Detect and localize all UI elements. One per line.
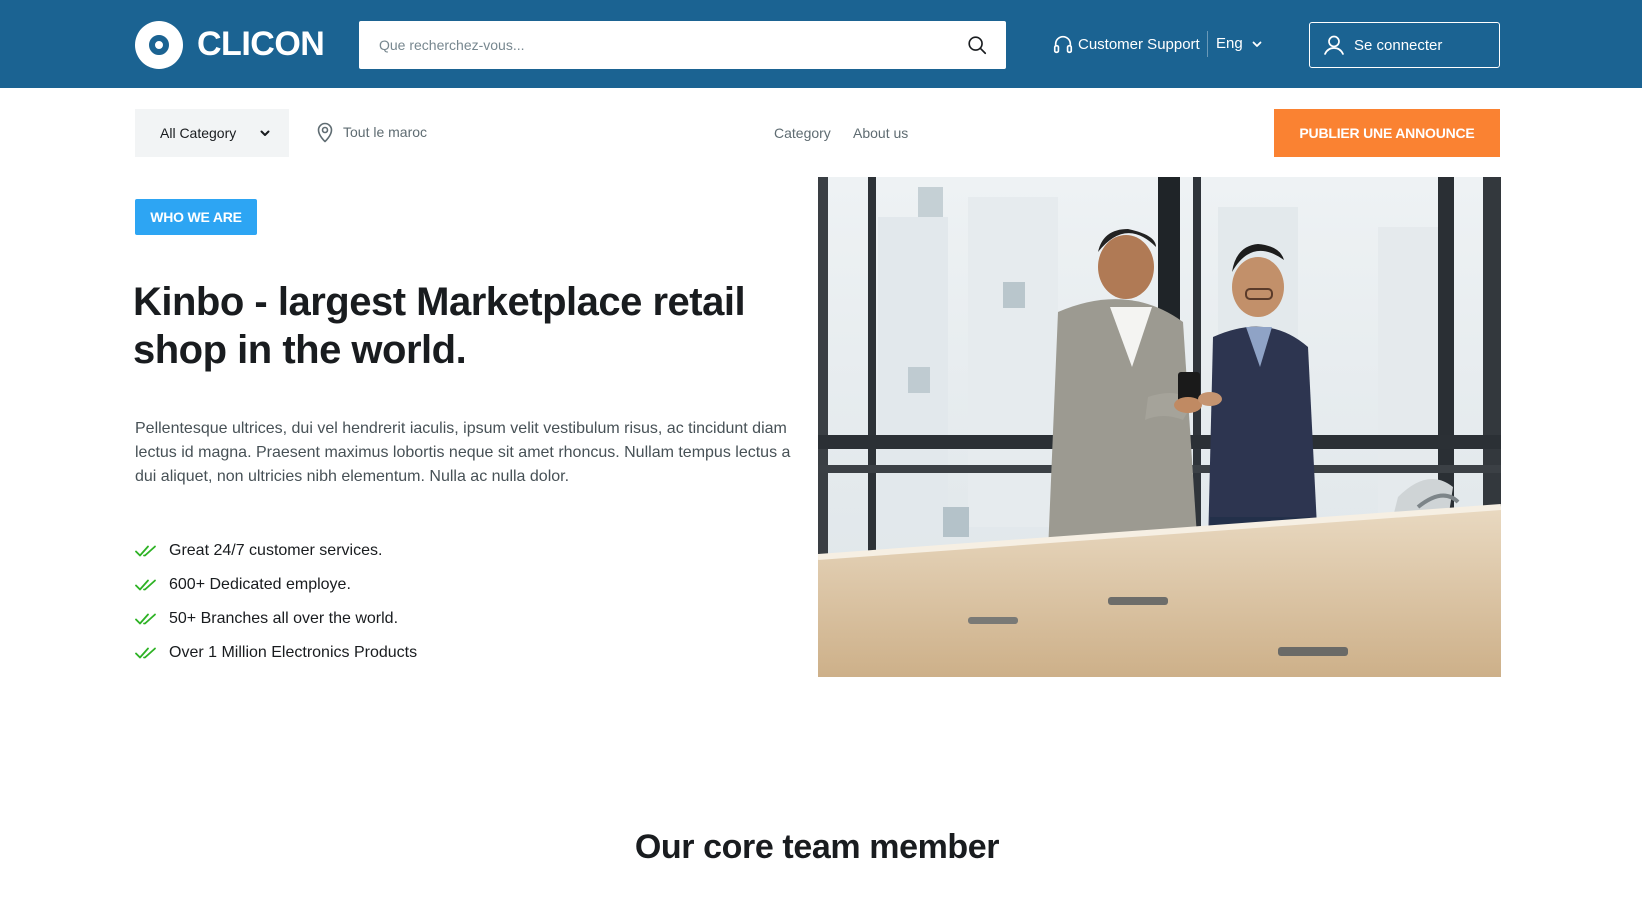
double-check-icon (135, 647, 156, 659)
office-scene-illustration (818, 177, 1501, 677)
signin-label: Se connecter (1354, 36, 1443, 54)
signin-button[interactable]: Se connecter (1309, 22, 1500, 68)
header-divider (1207, 31, 1208, 57)
location-label: Tout le maroc (343, 124, 428, 140)
core-team-title: Our core team member (634, 828, 1000, 866)
double-check-icon (135, 613, 156, 625)
double-check-icon (135, 545, 156, 557)
hero-photo (818, 177, 1501, 677)
feature-item: 600+ Dedicated employe. (135, 568, 417, 602)
language-label: Eng (1216, 35, 1243, 52)
user-icon (1324, 35, 1344, 55)
chevron-down-icon (260, 130, 270, 136)
logo-text: CLICON (197, 25, 325, 63)
hero-description: Pellentesque ultrices, dui vel hendrerit… (135, 420, 791, 485)
nav-link-about-us[interactable]: About us (853, 125, 908, 141)
customer-support-link[interactable]: Customer Support (1052, 33, 1200, 55)
location-selector[interactable]: Tout le maroc (315, 121, 427, 143)
chevron-down-icon (1252, 41, 1262, 47)
feature-text: Great 24/7 customer services. (169, 542, 383, 559)
search-icon[interactable] (966, 34, 988, 56)
feature-text: Over 1 Million Electronics Products (169, 644, 418, 661)
feature-text: 600+ Dedicated employe. (169, 576, 351, 593)
headphones-icon (1053, 35, 1073, 54)
who-we-are-badge: WHO WE ARE (135, 199, 257, 235)
feature-list: Great 24/7 customer services. 600+ Dedic… (135, 534, 417, 670)
feature-item: Great 24/7 customer services. (135, 534, 417, 568)
search-input[interactable] (359, 22, 939, 68)
hero-title: Kinbo - largest Marketplace retail shop … (133, 280, 746, 372)
double-check-icon (135, 579, 156, 591)
search-bar (359, 21, 1006, 69)
feature-text: 50+ Branches all over the world. (169, 610, 399, 627)
category-dropdown-label: All Category (160, 125, 237, 141)
top-header: CLICON Customer Support Eng Se connecter (0, 0, 1642, 88)
publish-announce-button[interactable]: PUBLIER UNE ANNOUNCE (1274, 109, 1500, 157)
logo[interactable]: CLICON (135, 20, 325, 69)
feature-item: Over 1 Million Electronics Products (135, 636, 417, 670)
language-select[interactable]: Eng (1216, 35, 1263, 52)
feature-item: 50+ Branches all over the world. (135, 602, 417, 636)
logo-mark-icon (135, 20, 183, 69)
map-pin-icon (317, 122, 333, 143)
customer-support-label: Customer Support (1078, 35, 1200, 53)
nav-link-category[interactable]: Category (774, 125, 831, 141)
category-dropdown[interactable]: All Category (135, 109, 289, 157)
